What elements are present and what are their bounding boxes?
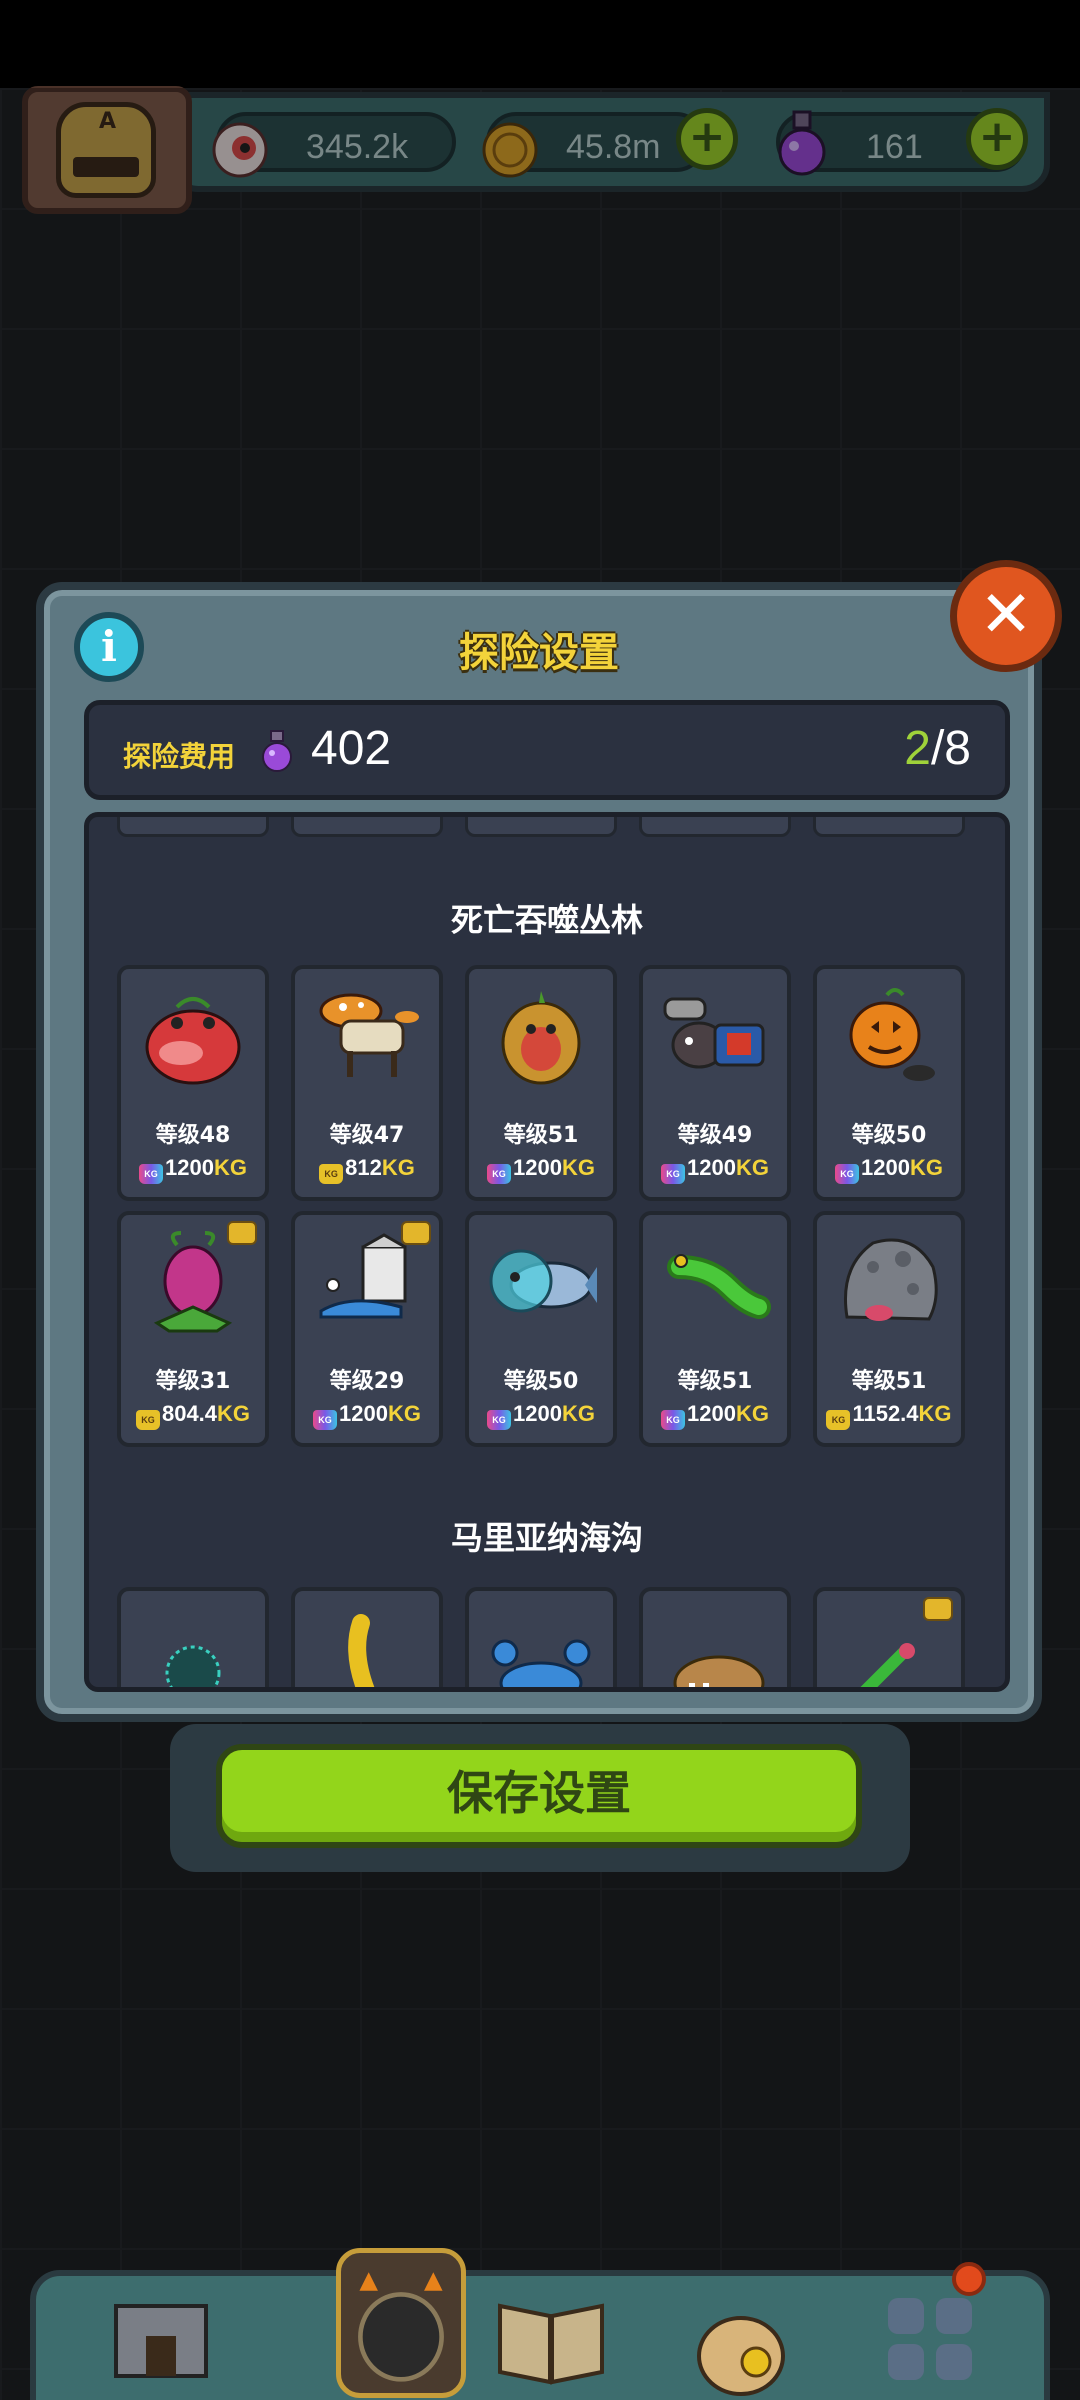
sea-urchin-icon xyxy=(165,1645,221,1687)
money-bag-icon xyxy=(697,2316,785,2396)
creature-card[interactable]: 等级48 KG 1200KG xyxy=(117,965,269,1201)
green-caterpillar-icon xyxy=(667,1254,771,1319)
grid-monsters-icon xyxy=(888,2298,972,2380)
nav-book[interactable] xyxy=(486,2276,616,2400)
creature-card[interactable]: 等级51 KG 1200KG xyxy=(639,1211,791,1447)
modal-title: 探险设置 xyxy=(459,630,619,676)
creature-card[interactable]: 等级51 KG 1200KG xyxy=(465,965,617,1201)
creature-card[interactable] xyxy=(117,1587,269,1687)
close-button[interactable]: ✕ xyxy=(950,560,1062,672)
creature-card[interactable] xyxy=(813,1587,965,1687)
creature-card[interactable]: 等级31 KG 804.4KG xyxy=(117,1211,269,1447)
red-toad-icon xyxy=(145,997,241,1085)
creature-card[interactable] xyxy=(291,1587,443,1687)
creature-card[interactable] xyxy=(639,1587,791,1687)
creature-card[interactable] xyxy=(465,1587,617,1687)
creature-list[interactable]: 死亡吞噬丛林 等级48 KG 1200KG 等级47 KG 812KG 等级51… xyxy=(84,812,1010,1692)
selected-count: 2/8 xyxy=(904,722,971,775)
nav-collection[interactable] xyxy=(866,2262,996,2400)
blue-crab-icon xyxy=(491,1639,591,1687)
expedition-cost-bar: 探险费用 402 2/8 xyxy=(84,700,1010,800)
nav-shop[interactable] xyxy=(96,2276,226,2400)
partial-row xyxy=(117,817,987,837)
creature-card[interactable]: 等级29 KG 1200KG xyxy=(291,1211,443,1447)
pink-plant-icon xyxy=(153,1231,233,1333)
rock-monster-icon xyxy=(843,1238,938,1321)
creature-card[interactable]: 等级51 KG 1152.4KG xyxy=(813,1211,965,1447)
pumpkin-cat-icon xyxy=(849,988,935,1081)
creature-card[interactable]: 等级47 KG 812KG xyxy=(291,965,443,1201)
bottom-navigation xyxy=(30,2248,1050,2400)
mushroom-goat-icon xyxy=(319,993,419,1077)
dungeon-gate-icon xyxy=(358,2272,444,2382)
expedition-settings-modal: i 探险设置 探险费用 402 2/8 死亡吞噬丛林 等级48 KG 1200K… xyxy=(36,582,1042,1722)
creature-card[interactable]: 等级50 KG 1200KG xyxy=(465,1211,617,1447)
potion-icon xyxy=(262,730,292,772)
shop-building-icon xyxy=(114,2304,208,2378)
milk-snail-icon xyxy=(319,1233,407,1319)
tiki-monkey-icon xyxy=(501,991,581,1085)
section-title-jungle: 死亡吞噬丛林 xyxy=(450,901,643,939)
section-title-mariana: 马里亚纳海沟 xyxy=(450,1519,643,1557)
cost-label: 探险费用 xyxy=(123,740,236,773)
creature-card[interactable]: 等级50 KG 1200KG xyxy=(813,965,965,1201)
save-button-frame: 保存设置 xyxy=(170,1724,910,1872)
notification-dot xyxy=(952,2262,986,2296)
banana-squid-icon xyxy=(348,1614,375,1687)
save-settings-button[interactable]: 保存设置 xyxy=(216,1744,862,1848)
cost-value: 402 xyxy=(311,722,392,775)
creature-card[interactable]: 等级49 KG 1200KG xyxy=(639,965,791,1201)
book-icon xyxy=(498,2303,604,2385)
status-bar xyxy=(0,0,1080,88)
bubble-fish-icon xyxy=(489,1249,597,1313)
chainsaw-boar-icon xyxy=(663,997,765,1069)
nav-expedition[interactable] xyxy=(336,2248,466,2398)
nav-bag[interactable] xyxy=(676,2276,806,2400)
mantis-icon xyxy=(860,1643,915,1687)
walrus-icon xyxy=(673,1655,765,1687)
